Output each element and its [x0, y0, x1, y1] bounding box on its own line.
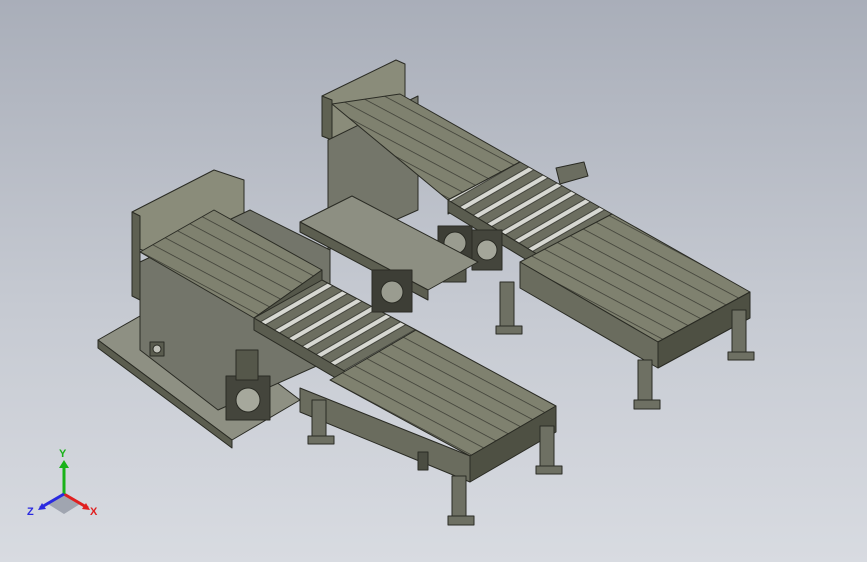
- cad-viewport[interactable]: Y X Z: [0, 0, 867, 562]
- triad-z-label: Z: [27, 506, 34, 518]
- triad-y-label: Y: [59, 448, 67, 460]
- triad-y-arrow-icon: [59, 460, 69, 468]
- triad-base-plane: [48, 494, 80, 514]
- orientation-triad[interactable]: Y X Z: [24, 448, 104, 524]
- triad-x-label: X: [90, 506, 98, 518]
- conveyor-assembly-model[interactable]: [0, 0, 867, 562]
